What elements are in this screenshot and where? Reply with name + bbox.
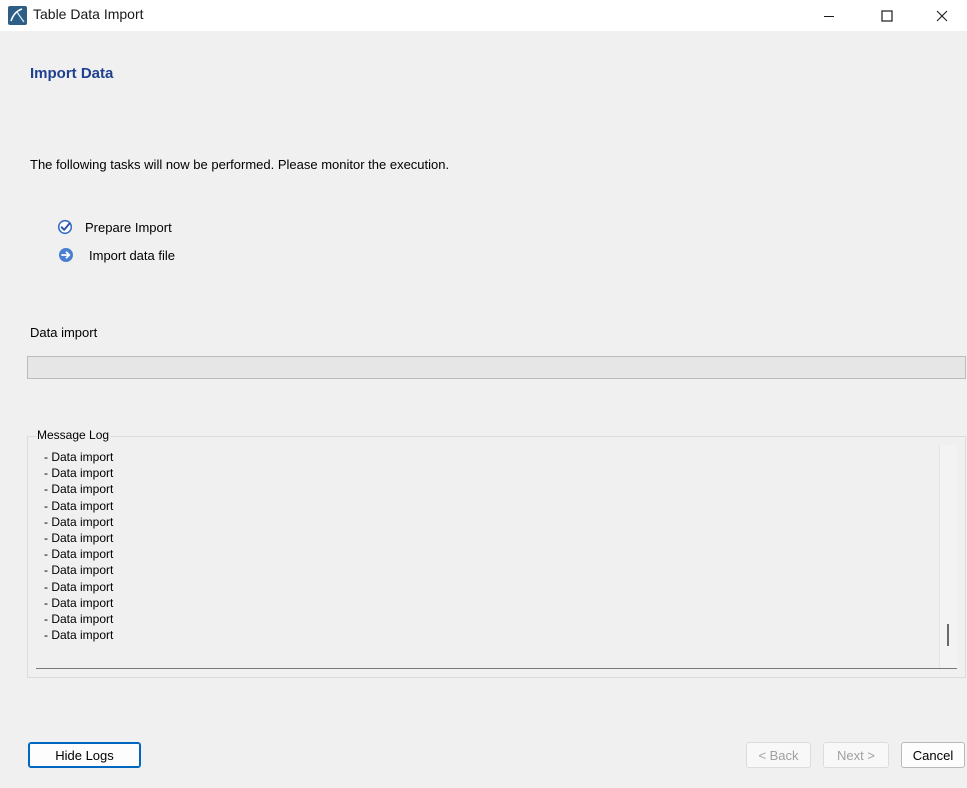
maximize-button[interactable]: [858, 0, 916, 31]
log-scrollbar[interactable]: [939, 445, 957, 668]
log-line: - Data import: [44, 563, 114, 578]
message-log-title: Message Log: [36, 428, 111, 442]
cancel-button[interactable]: Cancel: [901, 742, 965, 768]
minimize-icon: [824, 15, 834, 17]
data-import-progress-bar: [27, 356, 966, 379]
log-line: - Data import: [44, 514, 114, 529]
hide-logs-button[interactable]: Hide Logs: [28, 742, 141, 768]
back-button[interactable]: < Back: [746, 742, 811, 768]
log-scrollbar-thumb[interactable]: [947, 624, 949, 646]
arrow-right-circle-icon: [59, 248, 73, 262]
data-import-label: Data import: [30, 325, 98, 340]
log-line: - Data import: [44, 498, 114, 513]
mysql-workbench-icon: [8, 6, 27, 25]
log-line: - Data import: [44, 531, 114, 546]
task-label: Prepare Import: [85, 219, 172, 235]
maximize-icon: [881, 9, 893, 22]
log-line: - Data import: [44, 595, 114, 610]
task-import-data-file: Import data file: [58, 246, 175, 264]
window-title: Table Data Import: [33, 6, 144, 22]
log-line: - Data import: [44, 450, 114, 464]
intro-text: The following tasks will now be performe…: [30, 157, 450, 172]
title-bar[interactable]: Table Data Import: [0, 0, 967, 31]
log-line: - Data import: [44, 482, 114, 497]
minimize-button[interactable]: [800, 0, 858, 31]
close-button[interactable]: [917, 0, 967, 31]
check-circle-icon: [57, 219, 73, 235]
log-line: - Data import: [44, 612, 114, 627]
log-line: - Data import: [44, 466, 114, 481]
close-icon: [936, 10, 948, 21]
message-log[interactable]: - Data import - Data import - Data import -…: [36, 445, 957, 669]
task-label: Import data file: [89, 247, 175, 263]
log-line: - Data import: [44, 579, 114, 594]
log-line: - Data import: [44, 628, 114, 643]
message-log-lines: - Data import - Data import - Data import -…: [44, 449, 113, 643]
next-button[interactable]: Next >: [823, 742, 889, 768]
task-prepare-import: Prepare Import: [57, 218, 172, 236]
log-line: - Data import: [44, 547, 114, 562]
page-title: Import Data: [30, 65, 114, 82]
